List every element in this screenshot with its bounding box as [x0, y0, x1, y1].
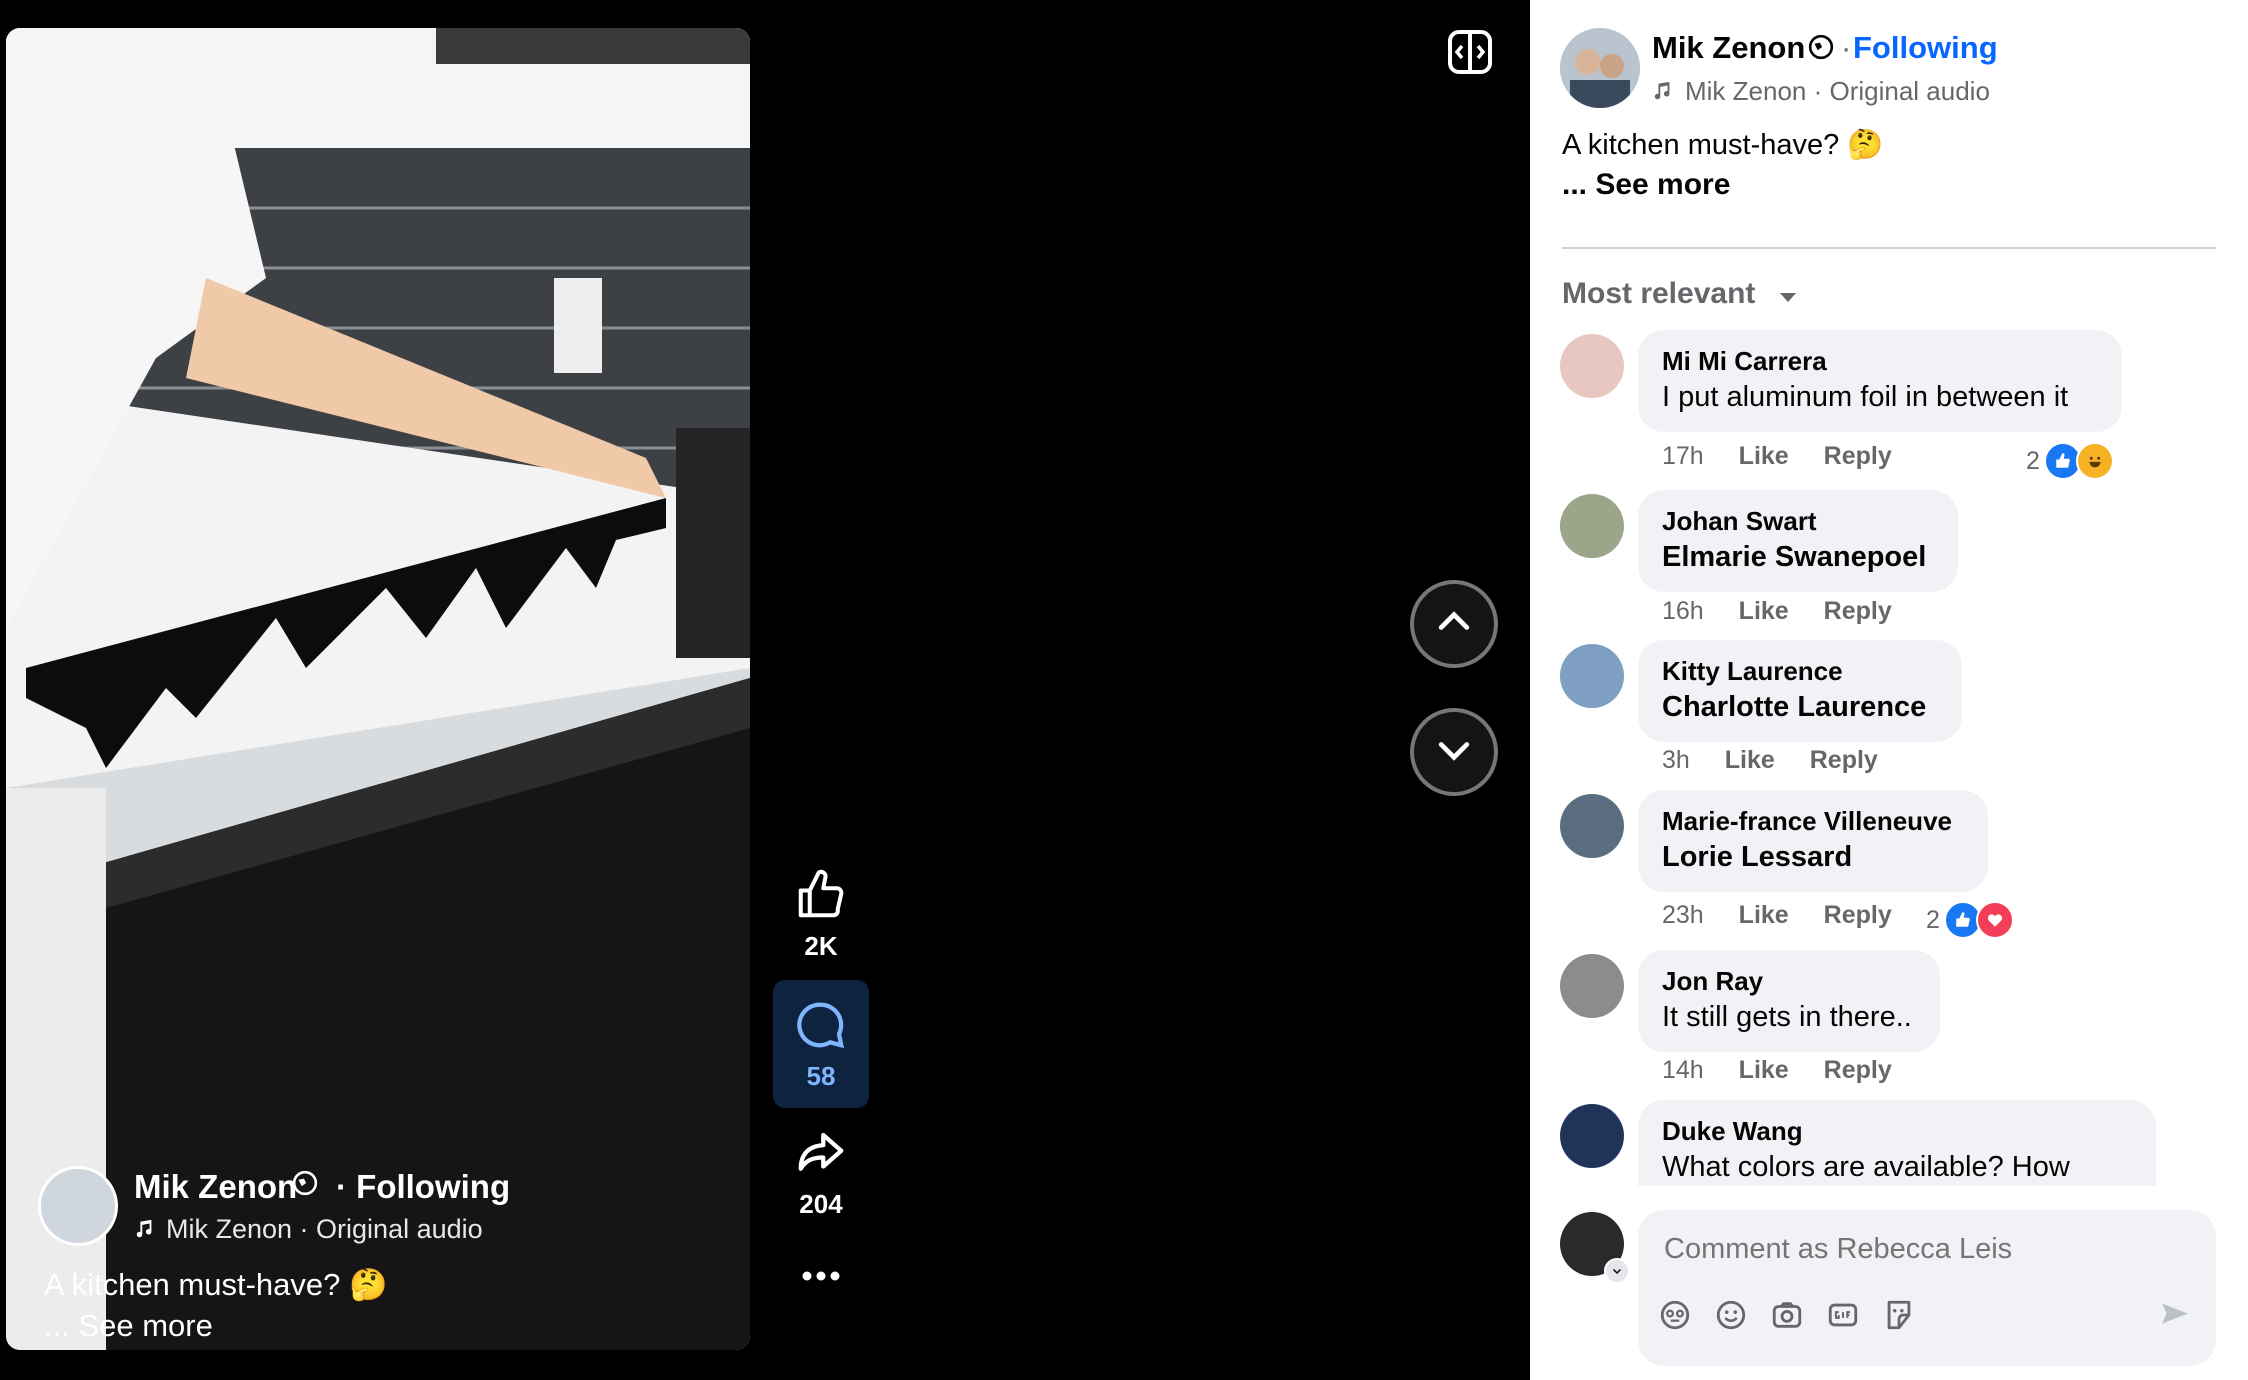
- comment-action[interactable]: 58: [773, 980, 869, 1108]
- next-video-button[interactable]: [1410, 708, 1498, 796]
- video-stage: Mik Zenon · Following Mik Zenon · Origin…: [0, 0, 1530, 1380]
- reply-button[interactable]: Reply: [1824, 442, 1892, 470]
- comment-meta: 16h Like Reply: [1662, 597, 1892, 626]
- sort-label: Most relevant: [1562, 277, 1756, 310]
- tagged-user[interactable]: Lorie Lessard: [1662, 838, 1964, 876]
- haha-reaction-icon: [2075, 442, 2114, 480]
- video-frame: [6, 28, 750, 1350]
- audio-link[interactable]: Mik Zenon · Original audio: [1685, 76, 1990, 107]
- commenter-avatar[interactable]: [1560, 494, 1624, 558]
- like-count: 2K: [804, 931, 838, 961]
- comment-time[interactable]: 3h: [1662, 746, 1690, 774]
- comment-author[interactable]: Mi Mi Carrera: [1662, 344, 2098, 378]
- separator-dot: ·: [1841, 30, 1852, 65]
- like-button[interactable]: Like: [1725, 746, 1775, 774]
- reel-video[interactable]: Mik Zenon · Following Mik Zenon · Origin…: [6, 28, 750, 1350]
- sticker-icon[interactable]: [1882, 1298, 1920, 1336]
- comment-bubble: Johan Swart Elmarie Swanepoel: [1638, 490, 1958, 592]
- share-arrow-icon: [794, 1132, 848, 1184]
- emoji-icon[interactable]: [1714, 1298, 1752, 1336]
- commenter-avatar[interactable]: [1560, 1104, 1624, 1168]
- like-button[interactable]: Like: [1739, 597, 1789, 625]
- comment-count: 58: [806, 1061, 836, 1091]
- reaction-summary[interactable]: 2: [1926, 901, 2014, 939]
- comment-text: I put aluminum foil in between it: [1662, 381, 2069, 413]
- comment-bubble: Duke Wang What colors are available? How: [1638, 1100, 2156, 1186]
- chevron-down-icon: [1432, 728, 1476, 777]
- previous-video-button[interactable]: [1410, 580, 1498, 668]
- overlay-see-more[interactable]: ... See more: [44, 1308, 213, 1344]
- comment-bubble-icon: [773, 998, 869, 1057]
- reaction-summary[interactable]: 2: [2026, 442, 2114, 480]
- reply-button[interactable]: Reply: [1824, 1056, 1892, 1084]
- comment-time[interactable]: 16h: [1662, 597, 1704, 625]
- comment-author[interactable]: Duke Wang: [1662, 1114, 2132, 1148]
- chevron-up-icon: [1432, 600, 1476, 649]
- music-note-icon: [134, 1218, 156, 1245]
- comment-time[interactable]: 14h: [1662, 1056, 1704, 1084]
- following-button[interactable]: Following: [1853, 30, 1998, 66]
- comment-text: What colors are available? How: [1662, 1151, 2070, 1183]
- like-button[interactable]: Like: [1739, 442, 1789, 470]
- reaction-count: 2: [2026, 446, 2040, 475]
- overlay-avatar[interactable]: [38, 1166, 118, 1246]
- more-options-icon[interactable]: [773, 1268, 869, 1289]
- chevron-down-icon[interactable]: [1604, 1258, 1630, 1284]
- reply-button[interactable]: Reply: [1824, 597, 1892, 625]
- caret-down-icon: [1778, 278, 1798, 312]
- gif-icon[interactable]: [1826, 1298, 1864, 1336]
- sort-dropdown[interactable]: Most relevant: [1562, 277, 1798, 312]
- switch-view-icon[interactable]: [1446, 28, 1494, 81]
- commenter-avatar[interactable]: [1560, 334, 1624, 398]
- author-avatar[interactable]: [1560, 28, 1640, 108]
- share-count: 204: [799, 1189, 843, 1219]
- comment-time[interactable]: 23h: [1662, 901, 1704, 929]
- divider: [1562, 247, 2216, 249]
- globe-icon: [1808, 34, 1834, 65]
- like-button[interactable]: Like: [1739, 1056, 1789, 1084]
- overlay-audio[interactable]: Mik Zenon · Original audio: [166, 1214, 483, 1245]
- like-button[interactable]: Like: [1739, 901, 1789, 929]
- camera-icon[interactable]: [1770, 1298, 1808, 1336]
- send-icon[interactable]: [2158, 1298, 2196, 1336]
- comment-bubble: Jon Ray It still gets in there..: [1638, 950, 1940, 1052]
- comment-author[interactable]: Marie-france Villeneuve: [1662, 804, 1964, 838]
- thumbs-up-icon: [794, 869, 848, 926]
- commenter-avatar[interactable]: [1560, 954, 1624, 1018]
- tagged-user[interactable]: Charlotte Laurence: [1662, 688, 1938, 726]
- comment-composer: [1638, 1210, 2216, 1366]
- see-more-link[interactable]: ... See more: [1562, 168, 1730, 202]
- comment-bubble: Marie-france Villeneuve Lorie Lessard: [1638, 790, 1988, 892]
- tagged-user[interactable]: Elmarie Swanepoel: [1662, 538, 1934, 576]
- comment-meta: 17h Like Reply: [1662, 442, 1892, 471]
- comment-meta: 23h Like Reply: [1662, 901, 1892, 930]
- comment-meta: 14h Like Reply: [1662, 1056, 1892, 1085]
- share-action[interactable]: 204: [773, 1126, 869, 1220]
- reply-button[interactable]: Reply: [1824, 901, 1892, 929]
- comment-bubble: Mi Mi Carrera I put aluminum foil in bet…: [1638, 330, 2122, 432]
- overlay-following[interactable]: · Following: [336, 1168, 510, 1206]
- comment-input[interactable]: [1662, 1228, 2186, 1270]
- author-name[interactable]: Mik Zenon: [1652, 30, 1805, 66]
- post-caption: A kitchen must-have? 🤔: [1562, 129, 1884, 161]
- globe-icon: [292, 1170, 318, 1201]
- comment-meta: 3h Like Reply: [1662, 746, 1878, 775]
- comments-panel: Mik Zenon · Following Mik Zenon · Origin…: [1530, 0, 2248, 1380]
- comment-author[interactable]: Jon Ray: [1662, 964, 1916, 998]
- commenter-avatar[interactable]: [1560, 794, 1624, 858]
- overlay-author-name[interactable]: Mik Zenon: [134, 1168, 297, 1206]
- love-reaction-icon: [1975, 901, 2014, 939]
- comment-author[interactable]: Kitty Laurence: [1662, 654, 1938, 688]
- overlay-caption: A kitchen must-have? 🤔: [44, 1267, 388, 1302]
- reaction-count: 2: [1926, 905, 1940, 934]
- comment-bubble: Kitty Laurence Charlotte Laurence: [1638, 640, 1962, 742]
- reply-button[interactable]: Reply: [1810, 746, 1878, 774]
- commenter-avatar[interactable]: [1560, 644, 1624, 708]
- comment-author[interactable]: Johan Swart: [1662, 504, 1934, 538]
- like-action[interactable]: 2K: [773, 868, 869, 962]
- comment-text: It still gets in there..: [1662, 1001, 1912, 1033]
- comment-time[interactable]: 17h: [1662, 442, 1704, 470]
- music-note-icon: [1652, 80, 1674, 107]
- avatar-sticker-icon[interactable]: [1658, 1298, 1696, 1336]
